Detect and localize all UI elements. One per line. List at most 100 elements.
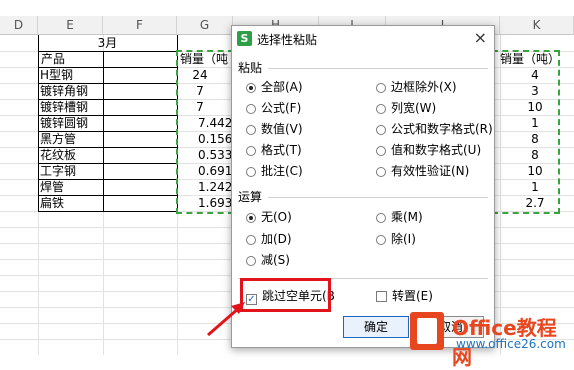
column-header-d[interactable]: D — [0, 16, 38, 35]
radio-label: 公式和数字格式(R) — [391, 122, 493, 136]
checkbox-label: 转置(E) — [392, 289, 433, 303]
radio-selected-icon — [246, 83, 256, 93]
radio-icon — [376, 167, 386, 177]
sales-cell-left[interactable]: 0.533 — [198, 148, 234, 163]
radio-icon — [246, 256, 256, 266]
radio-operation-none[interactable]: 无(O) — [246, 209, 292, 225]
sales-cell-right[interactable]: 8 — [515, 148, 555, 163]
paste-section-label: 粘贴 — [238, 61, 263, 75]
sales-cell-left[interactable]: 0.156 — [198, 132, 234, 147]
radio-label: 列宽(W) — [391, 101, 437, 115]
close-icon[interactable]: × — [474, 29, 487, 47]
product-cell[interactable]: H型钢 — [40, 68, 102, 83]
radio-icon — [246, 125, 256, 135]
highlight-box — [240, 278, 331, 312]
product-cell[interactable]: 焊管 — [40, 180, 102, 195]
radio-label: 边框除外(X) — [391, 80, 457, 94]
sales-cell-right[interactable]: 10 — [515, 164, 555, 179]
table-border — [103, 51, 104, 211]
radio-paste-formats[interactable]: 格式(T) — [246, 142, 302, 158]
product-cell[interactable]: 黑方管 — [40, 132, 102, 147]
radio-icon — [376, 125, 386, 135]
section-divider — [268, 197, 488, 198]
radio-icon — [376, 83, 386, 93]
sales-cell-right[interactable]: 8 — [515, 132, 555, 147]
sales-cell-right[interactable]: 4 — [515, 68, 555, 83]
radio-label: 值和数字格式(U) — [391, 143, 482, 157]
sales-header-left[interactable]: 销量（吨 — [180, 52, 232, 67]
office-logo-icon — [410, 312, 444, 350]
radio-icon — [376, 213, 386, 223]
sales-cell-left[interactable]: 1.693 — [198, 196, 234, 211]
radio-label: 除(I) — [391, 232, 416, 246]
radio-label: 格式(T) — [261, 143, 302, 157]
dialog-title: 选择性粘贴 — [257, 33, 318, 47]
sales-cell-right[interactable]: 2.7 — [515, 196, 555, 211]
product-cell[interactable]: 镀锌槽钢 — [40, 100, 102, 115]
radio-formulas-and-number-formats[interactable]: 公式和数字格式(R) — [376, 121, 493, 137]
product-cell[interactable]: 工字钢 — [40, 164, 102, 179]
transpose-checkbox[interactable]: 转置(E) — [376, 288, 433, 304]
section-divider — [268, 68, 488, 69]
radio-label: 加(D) — [261, 232, 292, 246]
column-header-f[interactable]: F — [103, 16, 177, 35]
radio-label: 公式(F) — [261, 101, 302, 115]
radio-icon — [246, 235, 256, 245]
sales-cell-left[interactable]: 1.242 — [198, 180, 234, 195]
sales-cell-left[interactable]: 7 — [180, 84, 220, 99]
sales-cell-right[interactable]: 1 — [515, 116, 555, 131]
ok-button[interactable]: 确定 — [343, 316, 409, 338]
product-header[interactable]: 产品 — [41, 52, 101, 67]
radio-selected-icon — [246, 213, 256, 223]
product-cell[interactable]: 镀锌圆钢 — [40, 116, 102, 131]
radio-label: 批注(C) — [261, 164, 303, 178]
radio-paste-comments[interactable]: 批注(C) — [246, 163, 303, 179]
pointer-arrow-icon — [207, 302, 245, 337]
product-cell[interactable]: 扁铁 — [40, 196, 102, 211]
checkbox-icon — [376, 291, 387, 302]
radio-column-widths[interactable]: 列宽(W) — [376, 100, 436, 116]
radio-label: 数值(V) — [261, 122, 303, 136]
radio-icon — [376, 235, 386, 245]
product-cell[interactable]: 镀锌角钢 — [40, 84, 102, 99]
radio-icon — [376, 146, 386, 156]
product-cell[interactable]: 花纹板 — [40, 148, 102, 163]
sales-cell-left[interactable]: 7 — [180, 100, 220, 115]
radio-label: 全部(A) — [261, 80, 303, 94]
wps-app-icon: S — [237, 31, 252, 46]
radio-operation-divide[interactable]: 除(I) — [376, 231, 416, 247]
radio-values-and-number-formats[interactable]: 值和数字格式(U) — [376, 142, 481, 158]
radio-paste-values[interactable]: 数值(V) — [246, 121, 303, 137]
month-header[interactable]: 3月 — [38, 36, 177, 51]
radio-label: 无(O) — [261, 210, 292, 224]
radio-paste-formulas[interactable]: 公式(F) — [246, 100, 301, 116]
radio-operation-add[interactable]: 加(D) — [246, 231, 292, 247]
table-border — [38, 211, 177, 212]
dialog-titlebar[interactable]: S 选择性粘贴 × — [232, 26, 494, 52]
watermark-url: www.office26.com — [456, 337, 566, 351]
sales-cell-right[interactable]: 3 — [515, 84, 555, 99]
watermark: Office教程网 www.office26.com — [410, 312, 574, 369]
radio-all-except-borders[interactable]: 边框除外(X) — [376, 79, 457, 95]
column-header-g[interactable]: G — [177, 16, 233, 35]
radio-icon — [246, 104, 256, 114]
sales-cell-right[interactable]: 1 — [515, 180, 555, 195]
sales-cell-left[interactable]: 0.691 — [198, 164, 234, 179]
radio-label: 有效性验证(N) — [391, 164, 470, 178]
radio-icon — [376, 104, 386, 114]
radio-label: 减(S) — [261, 253, 290, 267]
sales-cell-right[interactable]: 10 — [515, 100, 555, 115]
column-header-e[interactable]: E — [38, 16, 103, 35]
radio-icon — [246, 146, 256, 156]
radio-operation-multiply[interactable]: 乘(M) — [376, 209, 423, 225]
sales-cell-left[interactable]: 7.442 — [198, 116, 234, 131]
operation-section-label: 运算 — [238, 190, 263, 204]
radio-validation[interactable]: 有效性验证(N) — [376, 163, 469, 179]
radio-operation-subtract[interactable]: 减(S) — [246, 252, 290, 268]
sales-cell-left[interactable]: 24 — [180, 68, 220, 83]
column-header-k[interactable]: K — [500, 16, 574, 35]
radio-icon — [246, 167, 256, 177]
table-border — [38, 35, 39, 211]
radio-paste-all[interactable]: 全部(A) — [246, 79, 303, 95]
sales-header-right[interactable]: 销量（吨） — [500, 52, 560, 67]
